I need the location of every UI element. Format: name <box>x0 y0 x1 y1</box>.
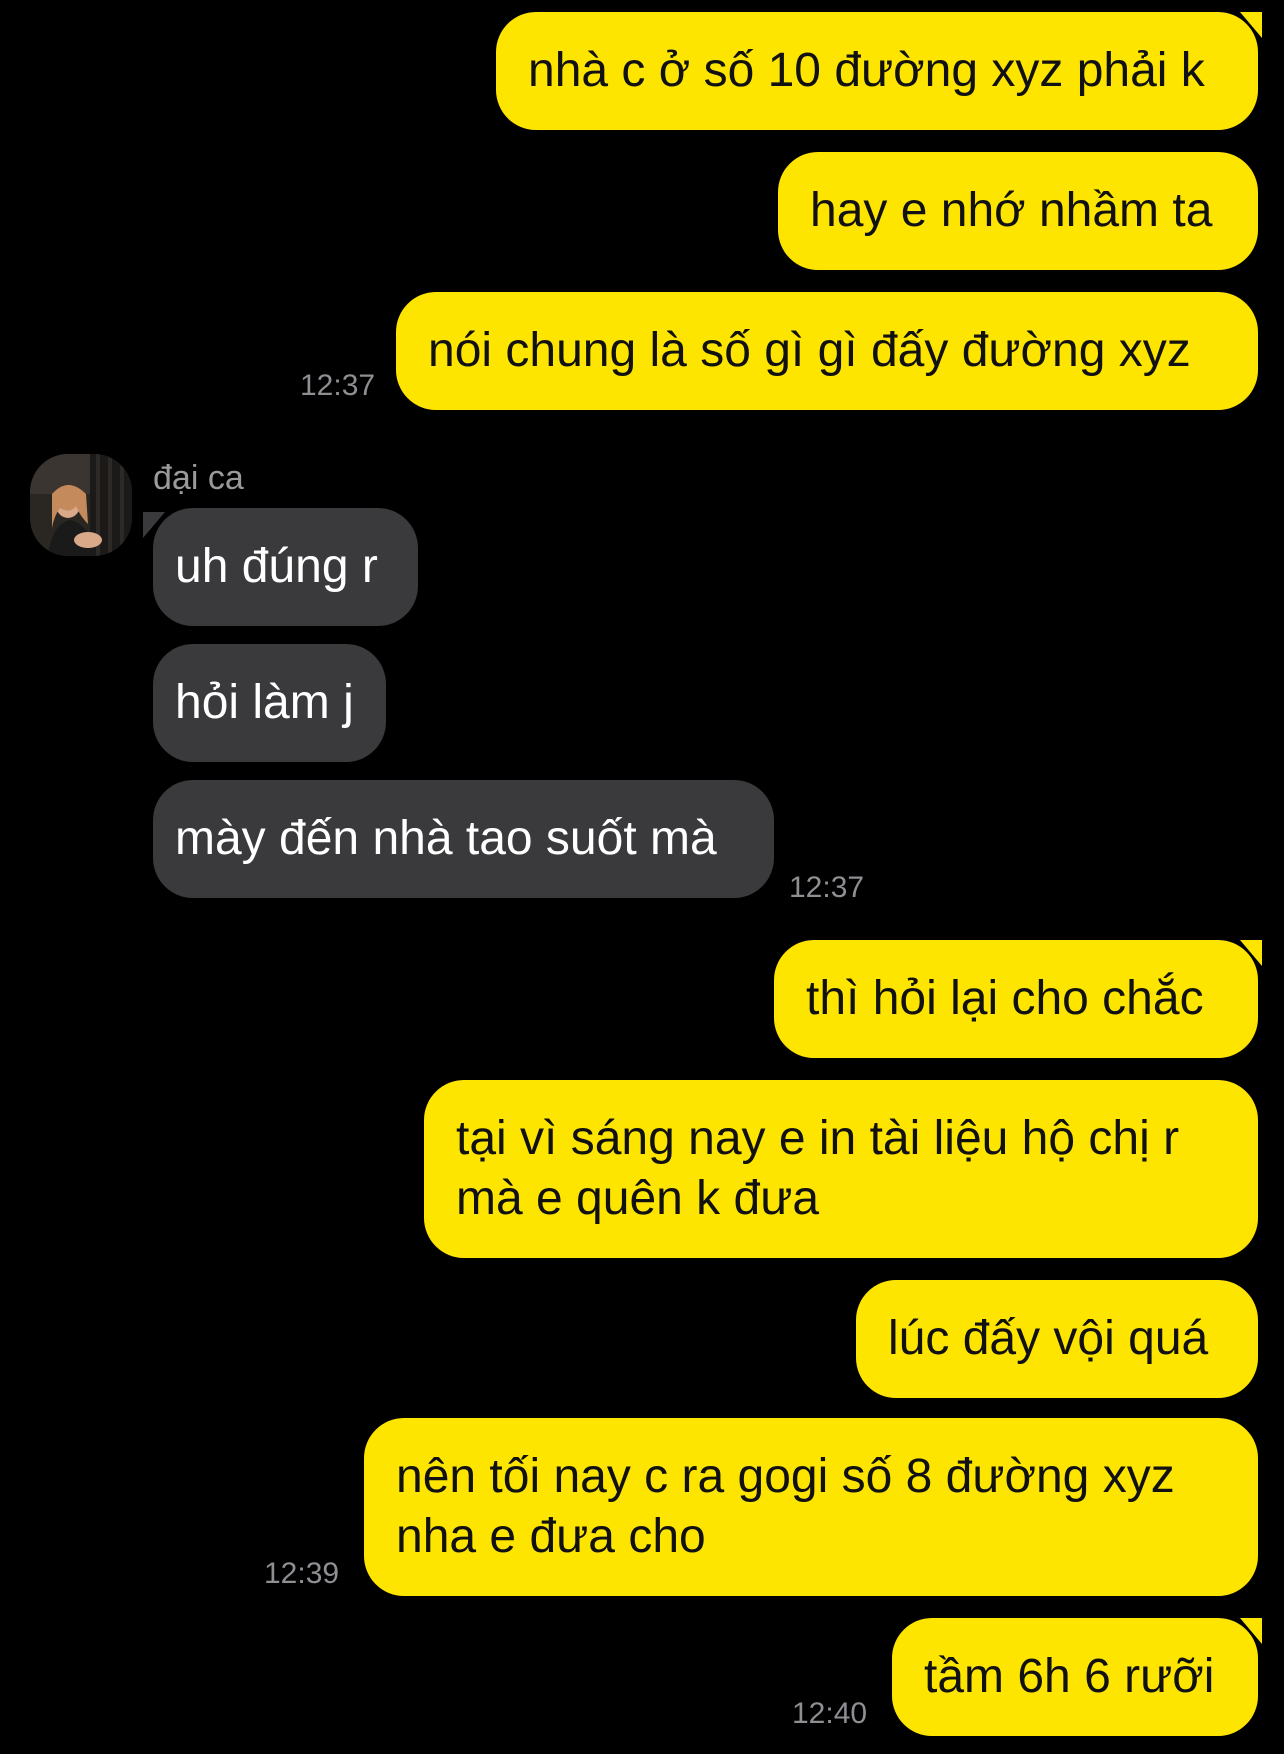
message-timestamp: 12:40 <box>792 1697 868 1730</box>
message-timestamp: 12:39 <box>264 1557 340 1590</box>
message-text: nói chung là số gì gì đấy đường xyz <box>428 324 1191 377</box>
message-timestamp: 12:37 <box>300 369 376 402</box>
message-bubble-outgoing[interactable]: lúc đấy vội quá <box>856 1280 1258 1398</box>
sender-name: đại ca <box>153 459 244 497</box>
message-text: lúc đấy vội quá <box>888 1312 1209 1365</box>
message-text: thì hỏi lại cho chắc <box>806 972 1204 1025</box>
message-bubble-outgoing[interactable]: hay e nhớ nhầm ta <box>778 152 1258 270</box>
message-bubble-outgoing[interactable]: nói chung là số gì gì đấy đường xyz <box>396 292 1258 410</box>
message-text: hỏi làm j <box>175 676 354 729</box>
message-timestamp: 12:37 <box>789 871 865 904</box>
message-bubble-incoming[interactable]: mày đến nhà tao suốt mà <box>153 780 774 898</box>
message-text: nhà c ở số 10 đường xyz phải k <box>528 44 1205 97</box>
bubble-tail <box>1240 12 1262 38</box>
message-text: mày đến nhà tao suốt mà <box>175 812 717 865</box>
profile-photo-icon <box>30 454 132 556</box>
bubble-tail <box>143 512 165 538</box>
bubble-tail <box>1240 940 1262 966</box>
message-bubble-outgoing[interactable]: tại vì sáng nay e in tài liệu hộ chị r m… <box>424 1080 1258 1258</box>
contact-avatar[interactable] <box>30 454 132 556</box>
message-text: nên tối nay c ra gogi số 8 đường xyz nha… <box>396 1450 1175 1563</box>
message-text: tầm 6h 6 rưỡi <box>924 1650 1215 1703</box>
message-bubble-outgoing[interactable]: nhà c ở số 10 đường xyz phải k <box>496 12 1258 130</box>
message-bubble-outgoing[interactable]: nên tối nay c ra gogi số 8 đường xyz nha… <box>364 1418 1258 1596</box>
message-text: tại vì sáng nay e in tài liệu hộ chị r m… <box>456 1112 1180 1225</box>
message-text: hay e nhớ nhầm ta <box>810 184 1213 237</box>
message-text: uh đúng r <box>175 540 378 593</box>
bubble-tail <box>1240 1618 1262 1644</box>
message-bubble-outgoing[interactable]: thì hỏi lại cho chắc <box>774 940 1258 1058</box>
message-bubble-incoming[interactable]: hỏi làm j <box>153 644 386 762</box>
message-bubble-incoming[interactable]: uh đúng r <box>153 508 418 626</box>
message-bubble-outgoing[interactable]: tầm 6h 6 rưỡi <box>892 1618 1258 1736</box>
